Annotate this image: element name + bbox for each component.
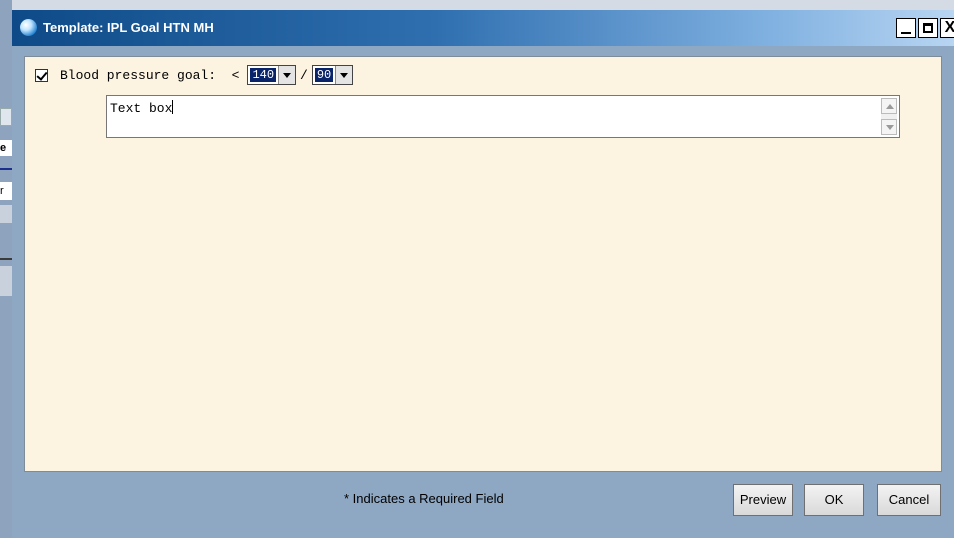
bp-goal-row: Blood pressure goal: < 140 / 90 [35,65,354,85]
textbox-content: Text box [110,100,174,116]
background-label: e [0,140,12,156]
minimize-button[interactable] [896,18,916,38]
diastolic-dropdown[interactable]: 90 [311,65,354,85]
background-tab [0,108,12,126]
diastolic-value: 90 [314,68,334,82]
comment-textbox[interactable]: Text box [106,95,900,138]
scroll-up-icon[interactable] [881,98,897,114]
cancel-button[interactable]: Cancel [877,484,941,516]
ok-button[interactable]: OK [804,484,864,516]
template-content-panel: Blood pressure goal: < 140 / 90 Text box [24,56,942,472]
maximize-icon [923,23,933,33]
bp-goal-label: Blood pressure goal: < [60,67,240,83]
textbox-text: Text box [110,101,173,116]
required-field-note: * Indicates a Required Field [344,491,504,506]
preview-button[interactable]: Preview [733,484,793,516]
title-bar[interactable]: Template: IPL Goal HTN MH X [12,10,954,46]
background-panel [0,266,12,296]
app-globe-icon [20,19,37,36]
chevron-down-icon[interactable] [278,66,296,84]
text-caret [172,100,174,114]
chevron-down-icon[interactable] [335,66,353,84]
systolic-value: 140 [250,68,277,82]
bp-goal-checkbox[interactable] [35,68,48,82]
background-divider [0,258,12,260]
minimize-icon [901,32,911,34]
background-label: r [0,182,12,200]
window-title: Template: IPL Goal HTN MH [43,20,214,35]
background-panel [0,205,12,223]
window-controls: X [896,18,954,38]
close-button[interactable]: X [940,18,954,38]
template-dialog: Template: IPL Goal HTN MH X Blood pressu… [12,10,954,538]
maximize-button[interactable] [918,18,938,38]
bp-separator: / [300,67,308,83]
systolic-dropdown[interactable]: 140 [247,65,297,85]
background-app-strip: e r [0,0,12,538]
textbox-scrollbar[interactable] [881,98,897,135]
scroll-down-icon[interactable] [881,119,897,135]
background-divider [0,168,12,170]
